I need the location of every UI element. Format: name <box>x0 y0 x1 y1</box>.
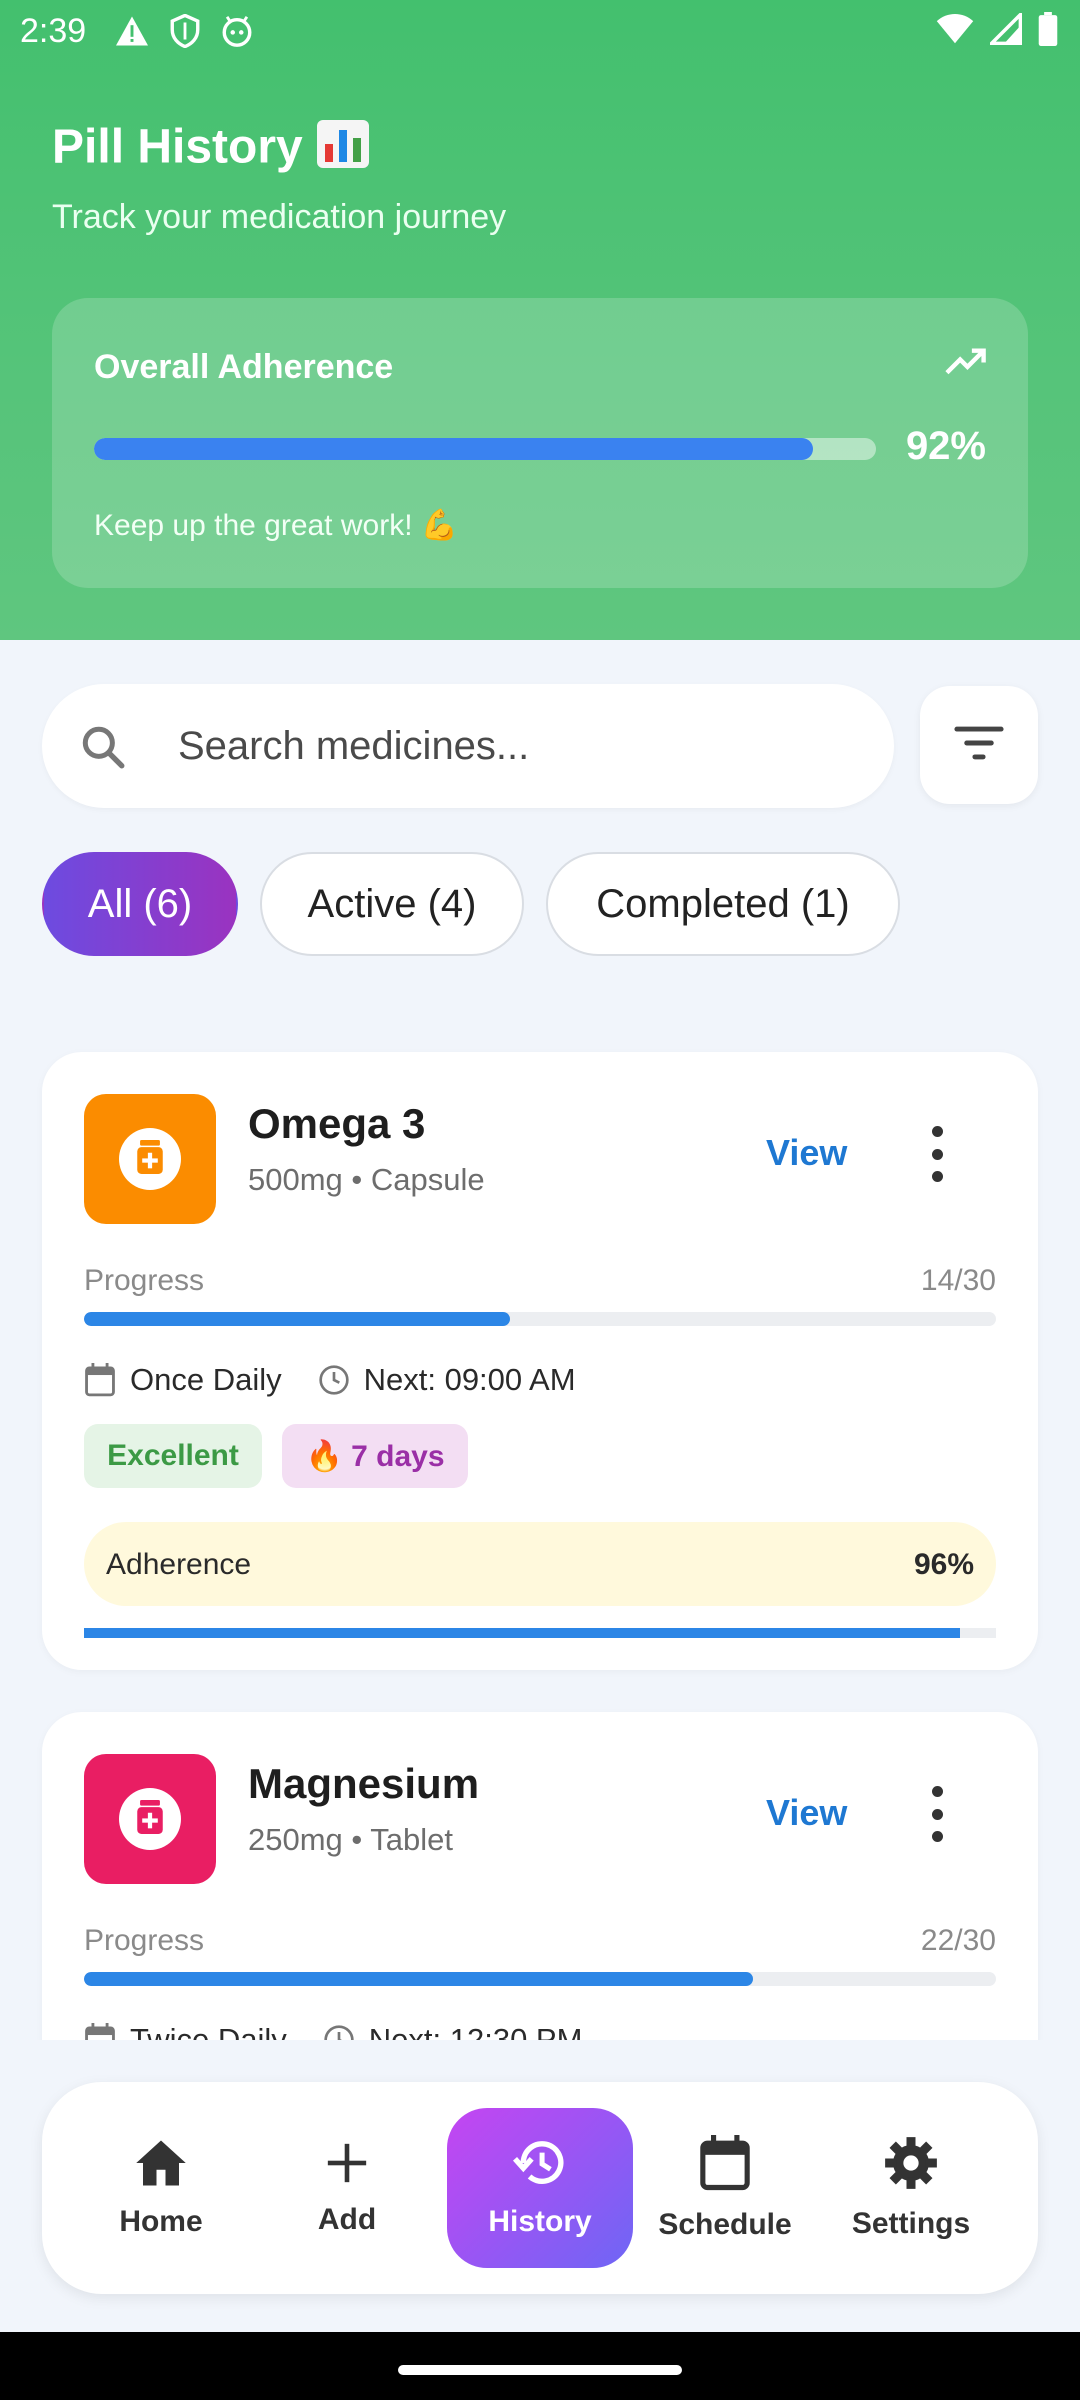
status-time: 2:39 <box>20 12 87 50</box>
nav-add[interactable]: Add <box>254 2108 440 2268</box>
next-dose-text: Next: 09:00 AM <box>363 1362 576 1397</box>
adherence-row-fill <box>84 1628 960 1638</box>
clock-icon <box>323 2024 355 2040</box>
view-button[interactable]: View <box>766 1792 847 1834</box>
adherence-row-value: 96% <box>913 1548 974 1581</box>
progress-label: Progress <box>84 1264 205 1297</box>
search-input[interactable] <box>178 684 868 808</box>
medicine-name: Magnesium <box>248 1760 480 1807</box>
nav-home[interactable]: Home <box>68 2108 254 2268</box>
wifi-icon <box>936 13 974 45</box>
calendar-icon <box>84 2023 116 2040</box>
adherence-row-label: Adherence <box>106 1548 252 1581</box>
medicine-list: Omega 3 500mg • Capsule View Progress 14… <box>0 1040 1080 2040</box>
progress-label: Progress <box>84 1924 205 1957</box>
frequency-text: Once Daily <box>130 1362 282 1397</box>
more-options-icon[interactable] <box>922 1786 952 1842</box>
status-badge: Excellent <box>84 1424 262 1488</box>
bottom-nav: Home Add History Schedule Settings <box>42 2082 1038 2294</box>
calendar-icon <box>84 1363 116 1397</box>
progress-fill <box>84 1972 753 1986</box>
nav-history-label: History <box>488 2204 592 2238</box>
plus-icon <box>324 2140 370 2191</box>
progress-count: 14/30 <box>920 1264 996 1297</box>
adherence-row: Adherence 96% <box>84 1522 996 1606</box>
progress-fill <box>84 1312 510 1326</box>
nav-schedule-label: Schedule <box>658 2207 792 2241</box>
filter-chip-all[interactable]: All (6) <box>42 852 238 956</box>
adherence-message: Keep up the great work! 💪 <box>94 509 459 542</box>
schedule-row: Once Daily Next: 09:00 AM <box>84 1362 576 1398</box>
adherence-row-bar <box>84 1628 996 1638</box>
medicine-bottle-icon <box>135 1139 165 1179</box>
filter-chip-active[interactable]: Active (4) <box>260 852 524 956</box>
search-bar <box>42 684 894 808</box>
schedule-row: Twice Daily Next: 12:30 PM <box>84 2022 582 2040</box>
filter-button[interactable] <box>920 686 1038 804</box>
streak-badge: 🔥 7 days <box>282 1424 468 1488</box>
page-title-text: Pill History <box>52 120 303 174</box>
progress-bar <box>84 1312 996 1326</box>
trending-up-icon <box>944 346 988 381</box>
adherence-progress-bar <box>94 438 876 460</box>
view-button[interactable]: View <box>766 1132 847 1174</box>
nav-schedule[interactable]: Schedule <box>632 2108 818 2268</box>
nav-history[interactable]: History <box>447 2108 633 2268</box>
home-indicator[interactable] <box>398 2365 682 2375</box>
page-title: Pill History <box>52 118 371 182</box>
medicine-icon-tile <box>84 1754 216 1884</box>
nav-settings[interactable]: Settings <box>818 2108 1004 2268</box>
frequency-text: Twice Daily <box>130 2022 287 2040</box>
overall-adherence-card: Overall Adherence 92% Keep up the great … <box>52 298 1028 588</box>
medicine-icon-tile <box>84 1094 216 1224</box>
filter-icon <box>954 725 1004 766</box>
medicine-detail: 250mg • Tablet <box>248 1822 454 1857</box>
medicine-bottle-icon <box>135 1799 165 1839</box>
calendar-icon <box>699 2134 751 2196</box>
nav-settings-label: Settings <box>851 2206 971 2240</box>
medicine-card[interactable]: Omega 3 500mg • Capsule View Progress 14… <box>42 1052 1038 1670</box>
progress-count: 22/30 <box>920 1924 996 1957</box>
header: 2:39 Pill History Track your medication … <box>0 0 1080 640</box>
medicine-card[interactable]: Magnesium 250mg • Tablet View Progress 2… <box>42 1712 1038 2040</box>
gear-icon <box>884 2136 938 2195</box>
page-subtitle: Track your medication journey <box>52 198 507 236</box>
medicine-name: Omega 3 <box>248 1100 426 1147</box>
adherence-percent: 92% <box>905 424 986 468</box>
history-icon <box>512 2138 568 2193</box>
shield-icon <box>170 14 200 48</box>
battery-icon <box>1038 12 1058 46</box>
more-options-icon[interactable] <box>922 1126 952 1182</box>
home-icon <box>134 2138 188 2193</box>
adherence-label: Overall Adherence <box>94 348 394 386</box>
nav-home-label: Home <box>119 2204 203 2238</box>
adherence-progress-fill <box>94 438 814 460</box>
signal-icon <box>990 13 1022 45</box>
filter-chip-completed[interactable]: Completed (1) <box>546 852 900 956</box>
progress-bar <box>84 1972 996 1986</box>
nav-add-label: Add <box>317 2202 377 2236</box>
next-dose-text: Next: 12:30 PM <box>368 2022 583 2040</box>
bar-chart-icon <box>315 118 371 182</box>
medicine-detail: 500mg • Capsule <box>248 1162 485 1197</box>
status-bar: 2:39 <box>0 0 1080 64</box>
search-icon <box>78 722 128 777</box>
robot-icon <box>220 14 254 48</box>
alert-icon <box>114 15 150 47</box>
clock-icon <box>318 1364 350 1396</box>
